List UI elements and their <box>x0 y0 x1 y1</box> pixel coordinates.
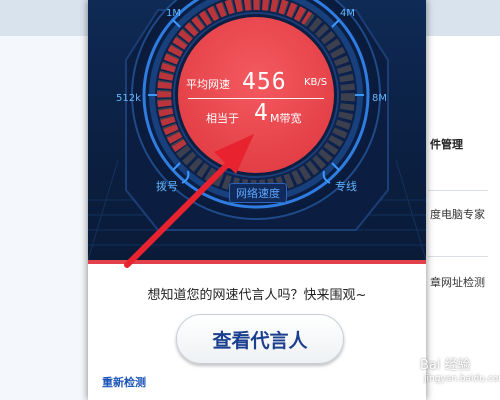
retest-link[interactable]: 重新检测 <box>102 374 146 390</box>
gauge-face-divider <box>188 98 324 99</box>
gauge-label-1m: 1M <box>166 8 181 19</box>
gauge-label-dialup: 拨号 <box>156 180 178 193</box>
background-left-area <box>0 36 88 400</box>
average-speed-unit: KB/S <box>304 77 328 88</box>
average-speed-row: 平均网速 456 KB/S <box>186 69 328 95</box>
equivalent-bandwidth-row: 相当于 4 M带宽 <box>206 100 326 126</box>
equivalent-bandwidth-unit: M带宽 <box>270 112 302 125</box>
right-menu-item-software[interactable]: 件管理 <box>430 136 463 152</box>
speed-gauge-graphic <box>88 0 426 260</box>
view-spokesperson-button[interactable]: 查看代言人 <box>176 314 344 364</box>
right-menu-item-url-check[interactable]: 章网址检测 <box>430 274 485 290</box>
average-speed-label: 平均网速 <box>186 78 230 91</box>
right-menu-item-pc-expert[interactable]: 度电脑专家 <box>430 206 485 222</box>
average-speed-value: 456 <box>242 69 287 95</box>
watermark-text: Bai 经验 <box>420 358 471 373</box>
network-speed-caption: 网络速度 <box>229 183 287 203</box>
spokesperson-question: 想知道您的网速代言人吗？快来围观~ <box>147 288 367 303</box>
right-menu-divider <box>428 190 488 191</box>
spokesperson-section: 想知道您的网速代言人吗？快来围观~ 查看代言人 重新检测 <box>88 264 426 400</box>
paw-logo-icon <box>388 357 415 383</box>
gauge-label-512k: 512k <box>116 93 141 104</box>
watermark: Bai 经验 jingyan.baidu.com <box>384 352 500 392</box>
equivalent-bandwidth-value: 4 <box>254 100 268 126</box>
gauge-label-4m: 4M <box>340 8 355 19</box>
gauge-label-leased-line: 专线 <box>335 180 357 193</box>
equivalent-bandwidth-label: 相当于 <box>206 112 239 125</box>
watermark-url: jingyan.baidu.com <box>424 374 500 384</box>
speed-meter-panel: 1M 4M 512k 8M 拨号 专线 网络速度 平均网速 456 KB/S 相… <box>88 0 426 260</box>
right-menu-divider <box>428 256 488 257</box>
speed-test-card: 1M 4M 512k 8M 拨号 专线 网络速度 平均网速 456 KB/S 相… <box>88 0 426 400</box>
gauge-label-8m: 8M <box>372 93 387 104</box>
